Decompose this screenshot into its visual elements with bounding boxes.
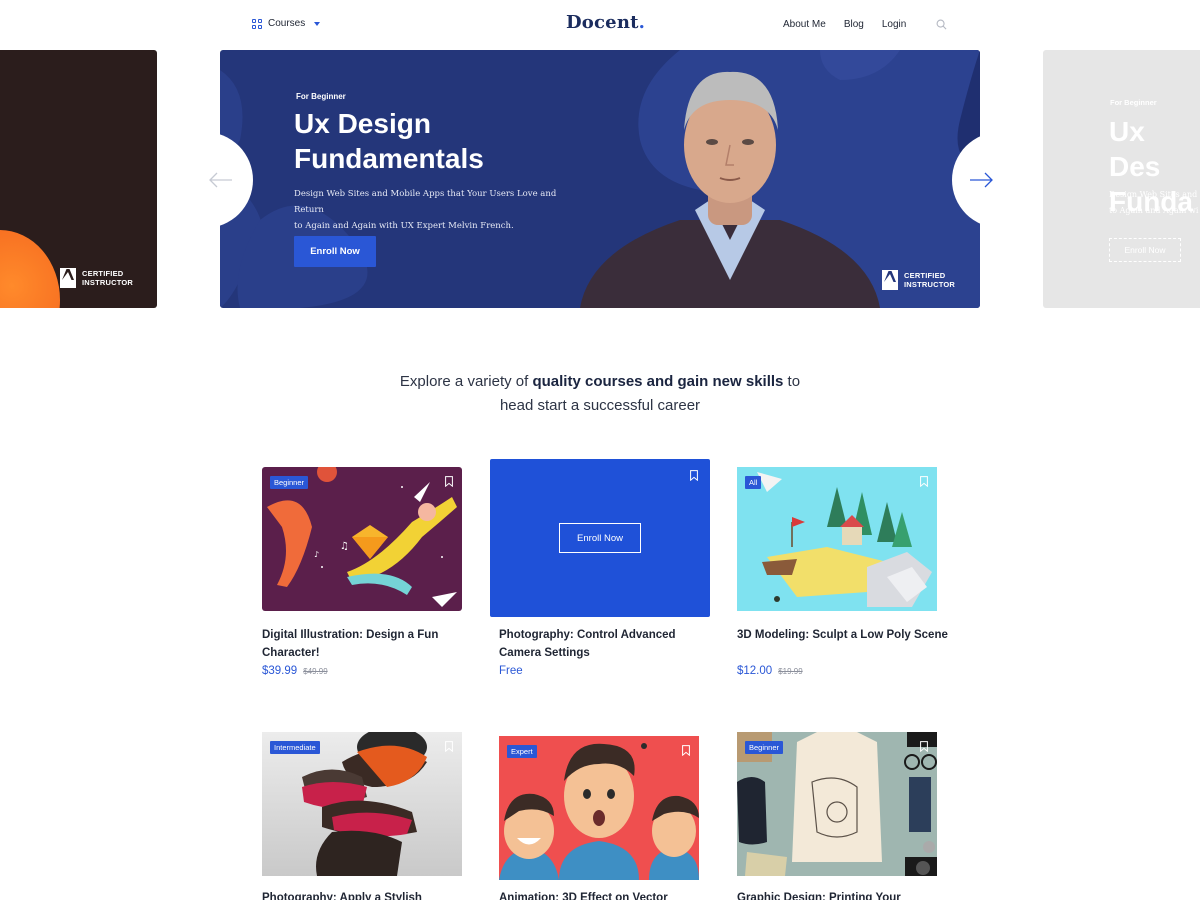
arrow-right-icon [970, 172, 993, 188]
course-thumbnail: Expert [499, 736, 699, 880]
site-logo[interactable]: Docent. [566, 12, 645, 33]
hero-title-line1: Ux Design [294, 108, 431, 139]
course-title[interactable]: Animation: 3D Effect on Vector [499, 890, 714, 900]
hero-tag: For Beginner [296, 92, 346, 101]
intro-text: Explore a variety of quality courses and… [300, 370, 900, 418]
intro-line2: head start a successful career [499, 397, 701, 414]
top-nav: Courses Docent. About Me Blog Login [0, 0, 1200, 50]
bookmark-icon[interactable] [920, 476, 928, 487]
hero-slide-next[interactable]: For Beginner Ux Des Funda Design Web Sit… [1043, 50, 1200, 308]
chevron-down-icon [314, 21, 321, 26]
cert-line1: CERTIFIED [82, 269, 124, 278]
bookmark-icon[interactable] [445, 741, 453, 752]
grid-icon [252, 18, 262, 29]
level-badge: Intermediate [270, 741, 320, 754]
certified-instructor-badge: CERTIFIED INSTRUCTOR [60, 268, 133, 288]
course-thumbnail: Beginner [737, 732, 937, 876]
adobe-logo-icon [882, 270, 898, 290]
level-badge: Expert [507, 745, 537, 758]
ghost-enroll-button: Enroll Now [1109, 238, 1181, 262]
bookmark-icon[interactable] [445, 476, 453, 487]
instructor-photo [580, 71, 880, 308]
cert-line2: INSTRUCTOR [82, 278, 134, 287]
intro-post: to [783, 373, 801, 390]
ghost-desc: Design Web Sites and to Again and Again … [1109, 187, 1198, 219]
price-current: Free [499, 665, 523, 677]
hero-slide-active: For Beginner Ux Design Fundamentals Desi… [220, 50, 980, 308]
bookmark-icon[interactable] [682, 745, 690, 756]
decorative-blob [0, 230, 60, 308]
course-title[interactable]: Graphic Design: Printing Your [737, 890, 952, 900]
level-badge: Beginner [745, 741, 784, 754]
hero-title-line2: Fundamentals [294, 143, 484, 174]
price-old: $49.99 [303, 667, 328, 676]
nav-link-about[interactable]: About Me [783, 19, 826, 30]
cert-line2: INSTRUCTOR [904, 280, 956, 289]
nav-link-blog[interactable]: Blog [844, 19, 864, 30]
level-badge: Beginner [270, 476, 309, 489]
ghost-desc-line2: to Again and Again wi [1109, 206, 1199, 215]
cert-line1: CERTIFIED [904, 271, 946, 280]
search-icon[interactable] [936, 19, 947, 30]
price-current: $39.99 [262, 665, 298, 677]
bookmark-icon[interactable] [690, 470, 698, 481]
logo-dot: . [638, 12, 646, 33]
hero-title: Ux Design Fundamentals [294, 106, 594, 176]
card-enroll-button[interactable]: Enroll Now [559, 523, 641, 553]
hero-desc-line2: to Again and Again with UX Expert Melvin… [294, 221, 514, 231]
course-thumbnail: ♫ ♪ Beginner [262, 467, 462, 611]
price-old: $19.99 [778, 667, 803, 676]
bookmark-icon[interactable] [920, 741, 928, 752]
course-title[interactable]: Digital Illustration: Design a Fun Chara… [262, 627, 477, 662]
ghost-tag: For Beginner [1110, 98, 1157, 107]
course-price: $39.99 $49.99 [262, 665, 328, 677]
intro-bold: quality courses and gain new skills [532, 373, 784, 390]
intro-pre: Explore a variety of [399, 373, 533, 390]
svg-text:♪: ♪ [314, 550, 319, 559]
courses-menu[interactable]: Courses [252, 18, 321, 29]
certified-instructor-badge-main: CERTIFIED INSTRUCTOR [882, 270, 955, 290]
course-price: Free [499, 665, 523, 677]
svg-text:♫: ♫ [340, 541, 349, 552]
hero-slide-previous[interactable]: CERTIFIED INSTRUCTOR [0, 50, 157, 308]
hero-desc-line1: Design Web Sites and Mobile Apps that Yo… [294, 189, 557, 215]
course-price: $12.00 $19.99 [737, 665, 803, 677]
course-title[interactable]: Photography: Apply a Stylish [262, 890, 477, 900]
price-current: $12.00 [737, 665, 773, 677]
level-badge: All [745, 476, 762, 489]
low-poly-artwork [757, 472, 932, 607]
course-card-featured[interactable]: Enroll Now [490, 459, 710, 617]
course-title[interactable]: 3D Modeling: Sculpt a Low Poly Scene [737, 627, 952, 645]
course-title[interactable]: Photography: Control Advanced Camera Set… [499, 627, 714, 662]
hero-description: Design Web Sites and Mobile Apps that Yo… [294, 186, 584, 234]
course-thumbnail: All [737, 467, 937, 611]
hero-enroll-button[interactable]: Enroll Now [294, 236, 376, 267]
ghost-desc-line1: Design Web Sites and [1109, 190, 1198, 199]
arrow-left-icon [209, 172, 232, 188]
ghost-title-line1: Ux Des [1109, 116, 1161, 182]
nav-link-login[interactable]: Login [882, 19, 906, 30]
adobe-logo-icon [60, 268, 76, 288]
courses-label: Courses [268, 18, 306, 29]
course-thumbnail: Intermediate [262, 732, 462, 876]
logo-text: Docent [566, 12, 639, 33]
nav-links: About Me Blog Login [783, 19, 906, 30]
